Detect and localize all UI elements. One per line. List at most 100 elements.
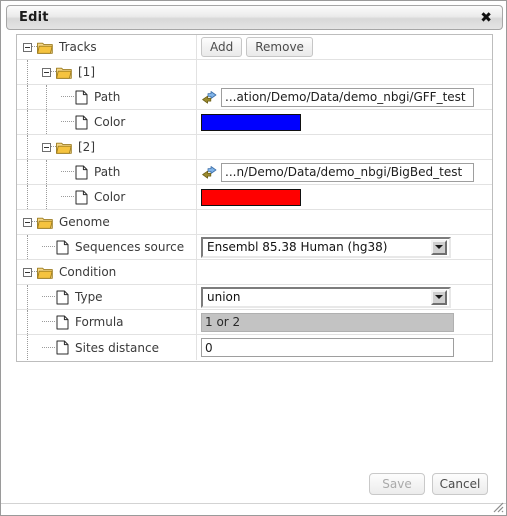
color-swatch[interactable] [201,188,301,206]
table-row[interactable]: Genome [17,210,492,235]
tree-indent [42,85,61,109]
dialog-footer: Save Cancel [1,469,506,515]
tree-node-label: Sequences source [75,240,185,254]
chevron-down-icon[interactable] [431,289,447,305]
tree-node-label: [2] [78,140,95,154]
tree-node-label: Tracks [59,40,97,54]
add-button[interactable]: Add [201,37,243,57]
tree-node-label: Color [94,190,126,204]
table-row[interactable]: Sites distance [17,335,492,360]
file-icon [56,340,69,355]
tree-node-value [197,160,492,184]
close-icon[interactable]: ✖ [478,10,494,26]
tree-expander-collapse[interactable] [23,42,32,52]
table-row[interactable]: [1] [17,60,492,85]
tree-node-label: Formula [75,315,124,329]
color-swatch[interactable] [201,113,301,131]
dropdown-value: Ensembl 85.38 Human (hg38) [207,240,388,254]
browse-folder-icon[interactable] [201,164,218,181]
cancel-button[interactable]: Cancel [432,473,488,495]
table-row[interactable]: Sequences source Ensembl 85.38 Human (hg3… [17,235,492,260]
tree-expander-collapse[interactable] [23,217,32,227]
table-row[interactable]: Formula [17,310,492,335]
resize-grip-icon[interactable] [490,499,504,513]
tree-indent [23,335,42,360]
dropdown-select[interactable]: union [201,286,451,308]
tree-node-value [197,335,492,360]
file-icon [56,290,69,305]
tree-node-label: Genome [59,215,110,229]
tree-indent [23,110,42,134]
path-input[interactable] [221,162,474,182]
tree-indent [42,160,61,184]
tree-node-value: Add Remove [197,35,492,59]
dropdown-value: union [207,290,241,304]
tree-node-value [197,110,492,134]
tree-node-formula[interactable]: Formula [17,310,197,334]
tree-node-path[interactable]: Path [17,85,197,109]
tree-node-genome[interactable]: Genome [17,210,197,234]
tree-node-value [197,60,492,84]
table-row[interactable]: Type union [17,285,492,310]
tree-indent [23,160,42,184]
tree-node-sequences-source[interactable]: Sequences source [17,235,197,259]
table-row[interactable]: Color [17,110,492,135]
footer-divider [1,503,506,504]
property-tree-panel: Tracks AddRemove [1] Path Color [2] Path Color G… [16,34,493,362]
tree-indent [23,235,42,259]
save-button[interactable]: Save [369,473,425,495]
folder-icon [56,66,72,79]
table-row[interactable]: [2] [17,135,492,160]
tree-node-sites-distance[interactable]: Sites distance [17,335,197,360]
tree-node-label: [1] [78,65,95,79]
tree-indent [23,285,42,309]
tree-node-type[interactable]: Type [17,285,197,309]
table-row[interactable]: Tracks Add Remove [17,35,492,60]
tree-connector [42,321,55,323]
tree-node-value [197,185,492,209]
table-row[interactable]: Condition [17,260,492,285]
dropdown-select[interactable]: Ensembl 85.38 Human (hg38) [201,236,451,258]
tree-connector [42,246,55,248]
table-row[interactable]: Color [17,185,492,210]
folder-icon [37,41,53,54]
table-row[interactable]: Path [17,160,492,185]
tree-node-path[interactable]: Path [17,160,197,184]
path-input[interactable] [221,87,474,107]
remove-button[interactable]: Remove [246,37,313,57]
tree-node-condition[interactable]: Condition [17,260,197,284]
tree-connector [61,196,74,198]
tree-node-label: Sites distance [75,340,159,355]
tree-node-1[interactable]: [1] [17,60,197,84]
tree-node-value [197,135,492,159]
tree-expander-collapse[interactable] [23,267,32,277]
tree-node-value: Ensembl 85.38 Human (hg38) [197,235,492,259]
tree-node-color[interactable]: Color [17,185,197,209]
folder-icon [37,216,53,229]
tree-indent [23,310,42,334]
file-icon [75,165,88,180]
browse-folder-icon[interactable] [201,89,218,106]
tree-expander-collapse[interactable] [42,142,51,152]
tree-connector [61,96,74,98]
tree-expander-collapse[interactable] [42,67,51,77]
sites-distance-input[interactable] [201,338,454,357]
file-icon [56,315,69,330]
tree-node-color[interactable]: Color [17,110,197,134]
chevron-down-icon[interactable] [431,239,447,255]
dialog-title: Edit [19,10,49,25]
tree-node-label: Type [75,290,103,304]
file-icon [75,115,88,130]
edit-dialog-window: Edit ✖ Tracks AddRemove [1] Path Color [2] Pat… [0,0,507,516]
tree-node-2[interactable]: [2] [17,135,197,159]
formula-input[interactable] [201,312,454,332]
tree-node-label: Path [94,165,121,179]
tree-node-label: Color [94,115,126,129]
tree-indent [23,185,42,209]
tree-indent [42,110,61,134]
tree-indent [42,185,61,209]
folder-icon [37,266,53,279]
table-row[interactable]: Path [17,85,492,110]
tree-node-tracks[interactable]: Tracks [17,35,197,59]
tree-node-value [197,260,492,284]
